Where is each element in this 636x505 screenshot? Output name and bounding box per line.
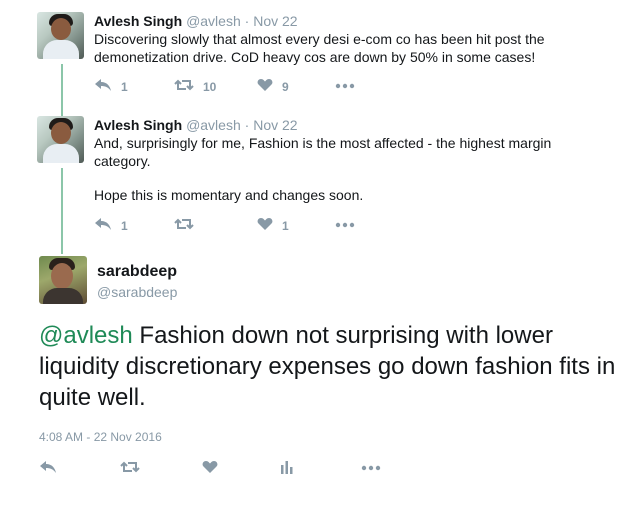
tweet-text: Discovering slowly that almost every des… [94,30,614,66]
reply-icon [94,217,112,234]
tweet-text-line: Hope this is momentary and changes soon. [94,187,364,203]
tweet-text-line: demonetization drive. CoD heavy cos are … [94,49,536,65]
analytics-button[interactable] [280,460,294,477]
author-name[interactable]: Avlesh Singh [94,117,182,133]
more-button[interactable] [335,78,355,92]
like-count: 1 [282,218,289,233]
more-button[interactable] [335,217,355,231]
avatar[interactable] [37,116,84,163]
retweet-icon [174,217,194,234]
like-button[interactable] [202,460,218,477]
reply-count: 1 [121,218,128,233]
tweet-text-line: And, surprisingly for me, Fashion is the… [94,135,552,151]
header-separator: · [244,13,250,29]
retweet-icon [174,78,194,95]
reply-button[interactable]: 1 [94,217,128,234]
reply-button[interactable] [39,460,57,477]
main-avatar[interactable] [39,256,87,304]
retweet-icon [120,460,140,477]
tweet-text-line [94,170,614,186]
retweet-count: 10 [203,79,217,94]
analytics-icon [280,460,294,477]
thread-tweet[interactable]: Avlesh Singh @avlesh · Nov 22 And, surpr… [0,116,636,240]
reply-count: 1 [121,79,128,94]
tweet-text-line: Discovering slowly that almost every des… [94,31,545,47]
author-name[interactable]: Avlesh Singh [94,13,182,29]
more-button[interactable] [361,460,381,474]
like-count: 9 [282,79,289,94]
mention-link[interactable]: @avlesh [39,322,133,349]
reply-icon [39,460,57,477]
tweet-date[interactable]: Nov 22 [253,13,297,29]
reply-button[interactable]: 1 [94,78,128,95]
like-button[interactable]: 9 [257,78,289,95]
tweet-header: Avlesh Singh @avlesh · Nov 22 [94,116,298,134]
tweet-header: Avlesh Singh @avlesh · Nov 22 [94,12,298,30]
tweet-text: And, surprisingly for me, Fashion is the… [94,134,614,204]
retweet-button[interactable]: 10 [174,78,216,95]
tweet-text-line: category. [94,153,151,169]
reply-icon [94,78,112,95]
author-handle[interactable]: @avlesh [186,13,241,29]
like-icon [202,460,218,477]
author-handle[interactable]: @avlesh [186,117,241,133]
main-tweet-text: @avlesh Fashion down not surprising with… [39,320,619,413]
like-icon [257,78,273,95]
more-icon [335,78,355,92]
tweet-date[interactable]: Nov 22 [253,117,297,133]
main-author-handle[interactable]: @sarabdeep [97,283,177,301]
retweet-button[interactable] [174,217,203,234]
retweet-button[interactable] [120,460,140,477]
main-author-name[interactable]: sarabdeep [97,262,177,282]
more-icon [361,460,381,474]
thread-tweet[interactable]: Avlesh Singh @avlesh · Nov 22 Discoverin… [0,12,636,102]
like-icon [257,217,273,234]
header-separator: · [244,117,250,133]
more-icon [335,217,355,231]
like-button[interactable]: 1 [257,217,289,234]
main-timestamp[interactable]: 4:08 AM - 22 Nov 2016 [39,429,162,445]
avatar[interactable] [37,12,84,59]
